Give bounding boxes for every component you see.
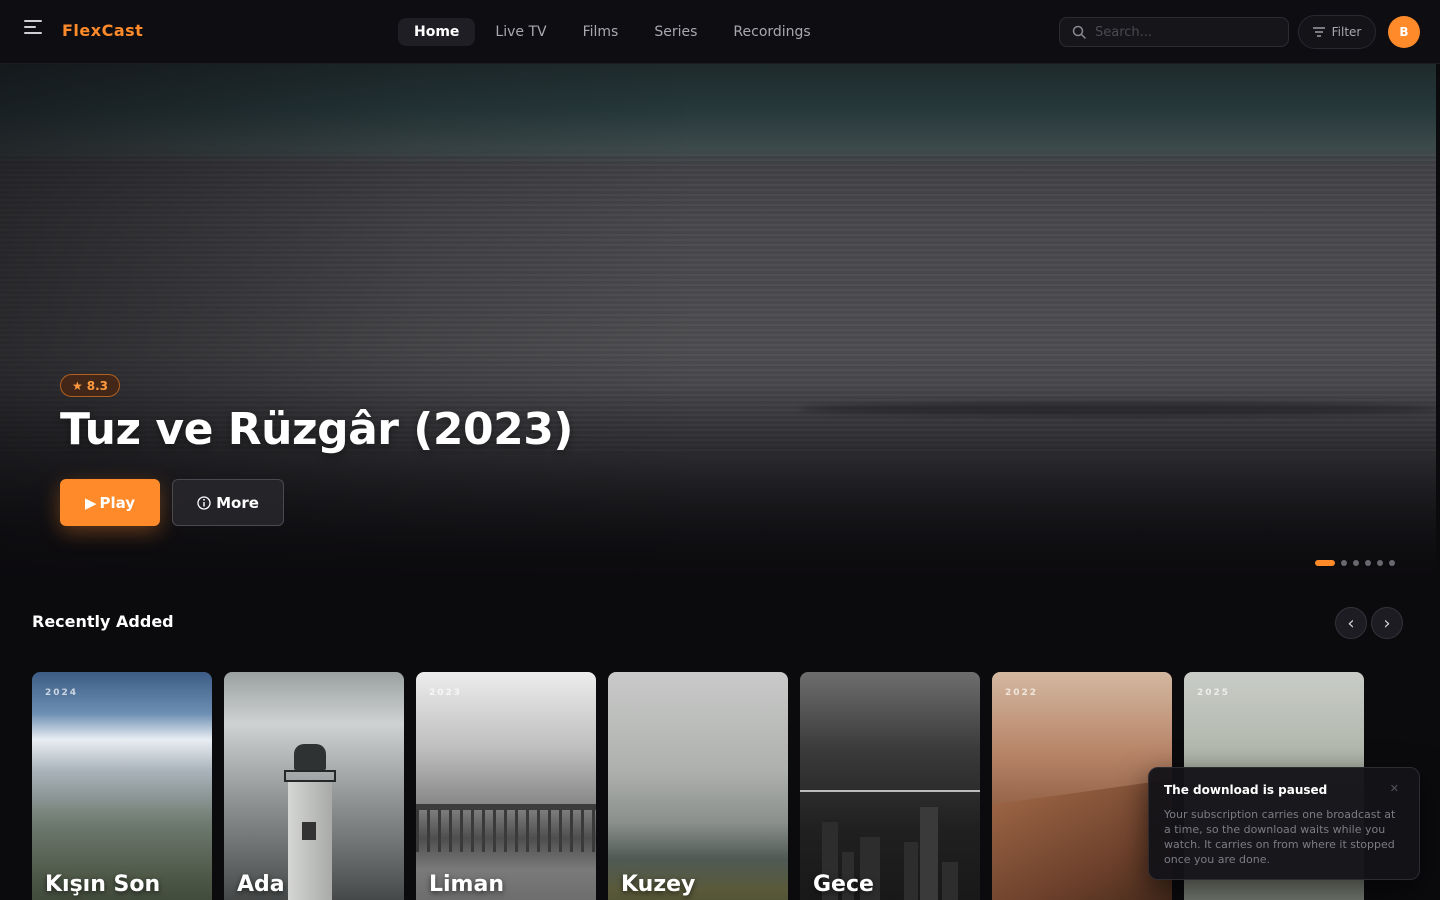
nav-item-films[interactable]: Films <box>567 18 635 46</box>
star-icon: ★ <box>72 378 83 393</box>
carousel-next-button[interactable]: › <box>1371 607 1403 639</box>
top-bar: FlexCast Home Live TV Films Series Recor… <box>0 0 1440 64</box>
toast-body: Your subscription carries one broadcast … <box>1164 808 1396 866</box>
card-year: 2025 <box>1197 688 1231 698</box>
rating-badge: ★ 8.3 <box>60 374 121 397</box>
download-paused-toast: The download is paused Your subscription… <box>1148 767 1420 880</box>
app-logo[interactable]: FlexCast <box>62 21 143 40</box>
avatar[interactable]: B <box>1388 16 1420 48</box>
hero-title: Tuz ve Rüzgâr (2023) <box>60 404 573 455</box>
card-year: 2022 <box>1005 688 1039 698</box>
media-card[interactable]: 2024 Kışın Son <box>32 672 212 900</box>
filter-button[interactable]: Filter <box>1298 15 1376 49</box>
slide-dot-2[interactable] <box>1341 560 1347 566</box>
card-title: Kuzey <box>621 872 696 897</box>
filter-icon <box>1312 27 1325 37</box>
media-card[interactable]: 2022 <box>992 672 1172 900</box>
slide-dot-3[interactable] <box>1353 560 1359 566</box>
close-icon[interactable]: ✕ <box>1390 782 1399 795</box>
play-icon: ▶ <box>84 493 97 512</box>
media-card[interactable]: Gece <box>800 672 980 900</box>
menu-icon[interactable] <box>24 20 46 42</box>
rating-value: 8.3 <box>86 378 109 393</box>
nav-item-live-tv[interactable]: Live TV <box>479 18 562 46</box>
media-card[interactable]: Kuzey <box>608 672 788 900</box>
toast-title: The download is paused <box>1164 783 1328 797</box>
nav-item-recordings[interactable]: Recordings <box>717 18 826 46</box>
card-title: Ada <box>237 872 285 897</box>
slide-indicator <box>1315 560 1395 566</box>
info-icon <box>197 495 211 510</box>
slide-dot-5[interactable] <box>1377 560 1383 566</box>
slide-dot-6[interactable] <box>1389 560 1395 566</box>
nav-item-series[interactable]: Series <box>638 18 713 46</box>
card-title: Liman <box>429 872 504 897</box>
search-input[interactable] <box>1095 24 1275 40</box>
nav-item-home[interactable]: Home <box>398 18 476 46</box>
card-title: Kışın Son <box>45 872 161 897</box>
main-nav: Home Live TV Films Series Recordings <box>398 18 827 46</box>
card-image <box>416 804 596 852</box>
play-button[interactable]: ▶ Play <box>60 479 160 526</box>
card-image <box>992 779 1172 900</box>
play-label: Play <box>99 493 136 512</box>
media-card[interactable]: Ada <box>224 672 404 900</box>
section-title: Recently Added <box>32 612 174 631</box>
card-title: Gece <box>813 872 874 897</box>
media-card[interactable]: 2023 Liman <box>416 672 596 900</box>
filter-label: Filter <box>1331 25 1362 39</box>
carousel-prev-button[interactable]: ‹ <box>1335 607 1367 639</box>
more-button[interactable]: More <box>172 479 284 526</box>
search-box[interactable] <box>1059 17 1289 47</box>
card-year: 2023 <box>429 688 463 698</box>
search-icon <box>1072 25 1086 39</box>
slide-dot-4[interactable] <box>1365 560 1371 566</box>
more-label: More <box>216 493 259 512</box>
slide-dot-1[interactable] <box>1315 560 1335 566</box>
card-year: 2024 <box>45 688 79 698</box>
